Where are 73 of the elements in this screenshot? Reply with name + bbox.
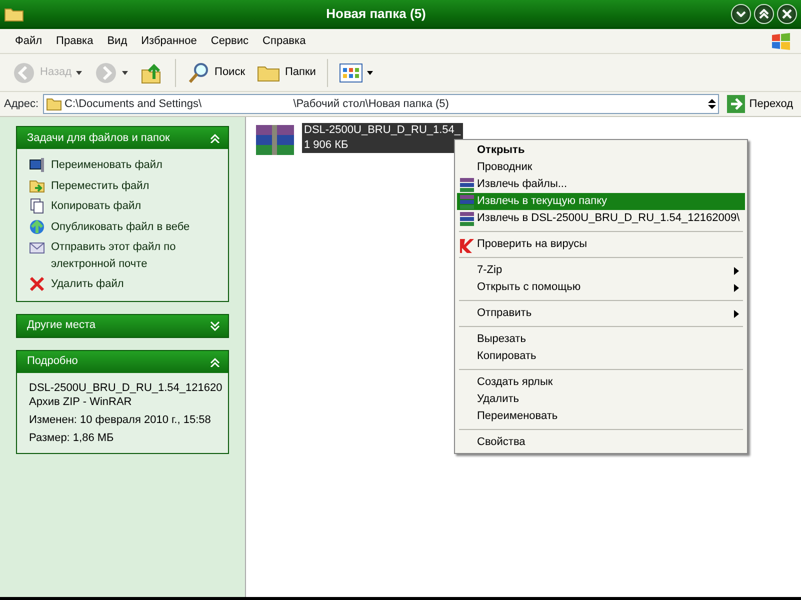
go-arrow-icon (727, 95, 746, 113)
menu-item[interactable]: Переименовать (457, 408, 745, 425)
windows-logo-icon (769, 31, 793, 51)
maximize-icon (759, 8, 769, 18)
file-size: 1 906 КБ (302, 138, 463, 153)
minimize-icon (736, 10, 746, 16)
views-icon (338, 60, 363, 84)
archive-books-icon (459, 176, 475, 192)
menu-item[interactable]: Проверить на вирусы (457, 236, 745, 253)
file-name[interactable]: DSL-2500U_BRU_D_RU_1.54_ (302, 123, 463, 138)
cross-icon (29, 276, 45, 292)
menu-item[interactable]: Копировать (457, 348, 745, 365)
menu-item[interactable]: Извлечь файлы... (457, 176, 745, 193)
globe-icon (29, 218, 45, 234)
archive-books-icon (459, 210, 475, 226)
detail-text: DSL-2500U_BRU_D_RU_1.54_121620 (29, 380, 222, 394)
task-link[interactable]: Копировать файл (29, 198, 218, 214)
menu-item[interactable]: Извлечь в текущую папку (457, 193, 745, 210)
caret-icon (366, 70, 373, 74)
section-header[interactable]: Задачи для файлов и папок (17, 127, 228, 149)
archive-books-icon (459, 194, 475, 210)
task-link[interactable]: Переименовать файл (29, 157, 218, 174)
submenu-arrow-icon (734, 284, 739, 292)
task-link[interactable]: Опубликовать файл в вебе (29, 218, 218, 235)
close-icon (782, 8, 792, 18)
menu-item[interactable]: Вид (100, 30, 134, 52)
address-label: Адрес: (4, 96, 39, 112)
section-header[interactable]: Другие места (17, 314, 228, 336)
menu-item[interactable]: Открыть с помощью (457, 279, 745, 296)
menu-item[interactable]: Файл (8, 30, 50, 52)
expand-chevron-icon (210, 320, 220, 330)
menu-item[interactable]: Избранное (134, 30, 204, 52)
folder-icon (4, 6, 24, 22)
detail-text: Размер: 1,86 МБ (29, 430, 114, 444)
detail-text: Изменен: 10 февраля 2010 г., 15:58 (29, 412, 211, 426)
folders-button[interactable]: Папки (253, 58, 320, 86)
dropdown-arrow-icon (708, 98, 716, 110)
menu-item[interactable]: Справка (256, 30, 313, 52)
folder-icon (46, 97, 62, 111)
menu-item[interactable]: Вырезать (457, 331, 745, 348)
submenu-arrow-icon (734, 310, 739, 318)
go-button[interactable]: Переход (723, 93, 797, 115)
archive-books-icon[interactable] (254, 123, 296, 157)
section-header[interactable]: Подробно (17, 350, 228, 372)
submenu-arrow-icon (734, 266, 739, 274)
caret-icon (122, 70, 128, 74)
search-button[interactable]: Поиск (182, 58, 250, 86)
menu-item[interactable]: Создать ярлык (457, 374, 745, 391)
task-link[interactable]: Переместить файл (29, 178, 218, 194)
k-shield-icon (459, 236, 475, 252)
menu-item[interactable]: Проводник (457, 159, 745, 176)
collapse-chevron-icon (210, 133, 220, 143)
menu-item[interactable]: 7-Zip (457, 262, 745, 279)
pages-icon (29, 198, 45, 214)
task-link[interactable]: Удалить файл (29, 276, 218, 292)
search-icon (186, 60, 211, 84)
menu-item[interactable]: Удалить (457, 391, 745, 408)
task-link[interactable]: Отправить этот файл по электронной почте (29, 239, 218, 272)
minimize-button[interactable] (731, 4, 751, 24)
menu-item[interactable]: Сервис (204, 30, 256, 52)
folder-arrow-icon (29, 178, 45, 194)
address-field[interactable]: C:\Documents and Settings\ \Рабочий стол\Новая папка (5) (42, 94, 720, 114)
collapse-chevron-icon (210, 356, 220, 366)
menu-item[interactable]: Отправить (457, 305, 745, 322)
window-icon (29, 157, 45, 173)
close-button[interactable] (777, 4, 797, 24)
detail-text: Архив ZIP - WinRAR (29, 394, 132, 408)
caret-icon (76, 70, 82, 74)
menu-item[interactable]: Свойства (457, 434, 745, 451)
menu-item[interactable]: Правка (49, 30, 100, 52)
window-title: Новая папка (5) (325, 4, 427, 23)
maximize-button[interactable] (754, 4, 774, 24)
menu-item[interactable]: Извлечь в DSL-2500U_BRU_D_RU_1.54_12162009\ (457, 210, 745, 227)
